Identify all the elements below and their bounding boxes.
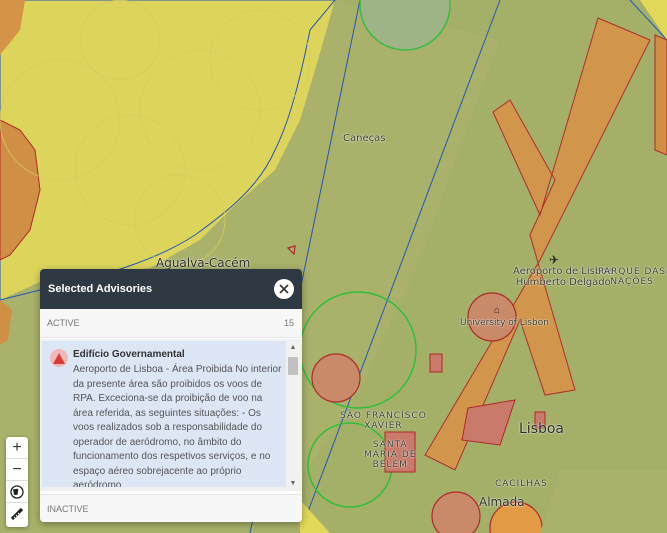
inactive-section-header[interactable]: INACTIVE 0 (40, 494, 302, 522)
globe-icon (10, 484, 24, 499)
advisory-scrollbar[interactable]: ▲ ▼ (286, 342, 300, 490)
red-circle-1 (311, 353, 361, 403)
label-university: University of Lisbon (460, 318, 549, 328)
active-section-header[interactable]: ACTIVE 15 (40, 309, 302, 338)
zoom-out-button[interactable]: − (6, 459, 28, 481)
advisory-title: Edifício Governamental (73, 349, 185, 360)
advisory-body: Aeroporto de Lisboa - Área Proibida No i… (73, 364, 282, 487)
inactive-label: INACTIVE (47, 504, 89, 514)
orange-edge-right (654, 34, 667, 156)
globe-button[interactable] (6, 481, 28, 503)
label-lisboa: Lisboa (519, 421, 565, 437)
warning-icon (50, 349, 68, 367)
label-santa-maria-de-belem: SANTA MARIA DE BELÉM (364, 440, 417, 470)
advisory-item[interactable]: Edifício Governamental Aeroporto de Lisb… (42, 341, 286, 487)
label-cacilhas: CACILHAS (495, 479, 548, 489)
panel-title: Selected Advisories (48, 283, 153, 295)
ruler-icon (10, 507, 24, 521)
airport-icon: ✈ (549, 253, 560, 267)
label-canecas: Caneças (343, 133, 386, 144)
label-almada: Almada (479, 495, 525, 509)
label-parque-das-nacoes: PARQUE DAS NAÇÕES (598, 267, 667, 287)
selected-advisories-panel: Selected Advisories ACTIVE 15 Edifício G… (40, 269, 302, 522)
active-label: ACTIVE (47, 318, 80, 328)
green-bottom-right (540, 470, 667, 533)
scroll-thumb[interactable] (288, 357, 298, 375)
red-circle-2 (467, 292, 517, 342)
active-count: 15 (283, 318, 294, 328)
zoom-in-button[interactable]: + (6, 437, 28, 459)
red-rect-1 (429, 353, 443, 373)
university-icon: ⌂ (494, 305, 501, 316)
advisory-list: Edifício Governamental Aeroporto de Lisb… (40, 339, 302, 491)
red-circle-3 (431, 491, 481, 533)
close-button[interactable] (274, 279, 294, 299)
scroll-up-icon[interactable]: ▲ (286, 342, 300, 354)
close-icon (279, 284, 289, 294)
measure-button[interactable] (6, 503, 28, 525)
label-sao-francisco-xavier: SÃO FRANCISCO XAVIER (340, 411, 427, 431)
label-agualva-cacem: Agualva-Cacém (156, 256, 251, 270)
map-controls: + − (6, 437, 28, 527)
scroll-down-icon[interactable]: ▼ (286, 478, 300, 490)
panel-header: Selected Advisories (40, 269, 302, 309)
